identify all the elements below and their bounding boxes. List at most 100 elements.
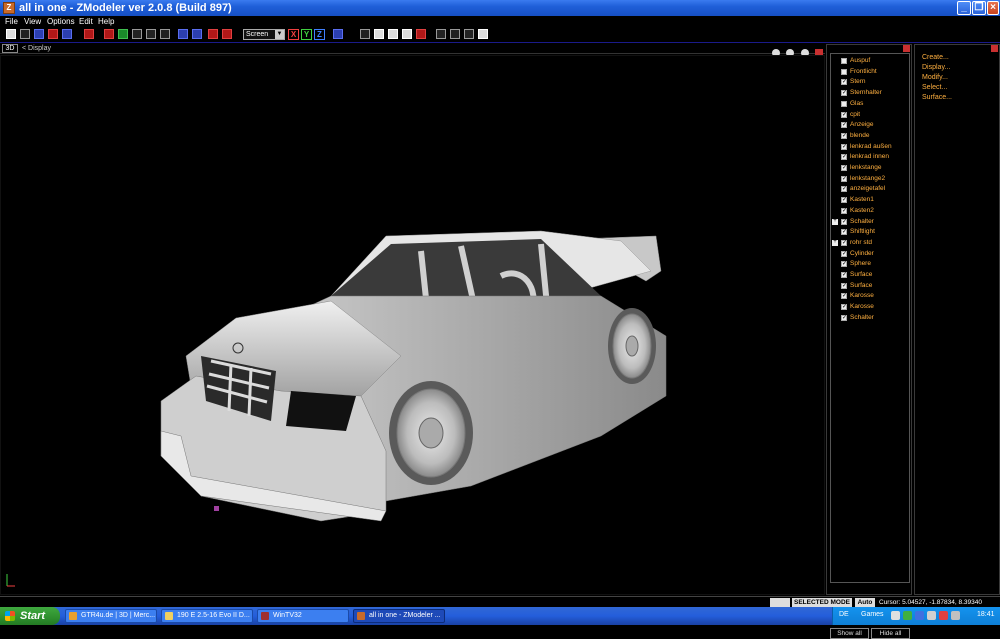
select-icon[interactable] (178, 29, 188, 39)
menu-view[interactable]: View (24, 17, 41, 26)
view-select[interactable]: Screen ▼ (243, 29, 285, 40)
close-button[interactable]: × (987, 1, 999, 15)
command-display[interactable]: Display... (922, 64, 950, 71)
command-create[interactable]: Create... (922, 54, 949, 61)
open-file-icon[interactable] (20, 29, 30, 39)
panel-close-icon[interactable] (903, 45, 910, 52)
games-label[interactable]: Games (861, 611, 884, 618)
visibility-checkbox[interactable] (841, 313, 847, 323)
language-indicator[interactable]: DE (839, 611, 849, 618)
visibility-checkbox[interactable] (841, 249, 847, 259)
undo-icon[interactable] (132, 29, 142, 39)
object-label: anzeigetafel (850, 185, 886, 193)
maximize-button[interactable]: ❐ (972, 1, 986, 15)
command-surface[interactable]: Surface... (922, 94, 952, 101)
pointer-icon[interactable] (464, 29, 474, 39)
face-mode-icon[interactable] (388, 29, 398, 39)
move-icon[interactable] (192, 29, 202, 39)
layers-icon[interactable] (160, 29, 170, 39)
visibility-checkbox[interactable] (841, 184, 847, 194)
material-icon[interactable] (118, 29, 128, 39)
visibility-checkbox[interactable] (841, 281, 847, 291)
menu-help[interactable]: Help (98, 17, 114, 26)
object-label: Surface (850, 281, 873, 289)
visibility-checkbox[interactable] (841, 110, 847, 120)
object-mode-icon[interactable] (402, 29, 412, 39)
menu-file[interactable]: File (5, 17, 18, 26)
new-file-icon[interactable] (6, 29, 16, 39)
visibility-checkbox[interactable] (841, 174, 847, 184)
axis-y-toggle[interactable]: Y (301, 29, 312, 40)
viewport-mode-tag[interactable]: 3D (2, 44, 18, 53)
rotate-icon[interactable] (208, 29, 218, 39)
taskbar-task[interactable]: 190 E 2.5-16 Evo II D... (161, 609, 253, 623)
visibility-checkbox[interactable] (841, 227, 847, 237)
tray-update-icon[interactable] (939, 611, 948, 620)
visibility-checkbox[interactable] (841, 152, 847, 162)
selection-mode-indicator[interactable]: SELECTED MODE (792, 598, 852, 607)
axis-x-toggle[interactable]: X (288, 29, 299, 40)
tray-antivirus-icon[interactable] (903, 611, 912, 620)
auto-toggle[interactable]: Auto (855, 598, 875, 607)
visibility-checkbox[interactable] (841, 195, 847, 205)
visibility-checkbox[interactable] (841, 259, 847, 269)
object-label: Glas (850, 99, 864, 107)
tray-network-icon[interactable] (915, 611, 924, 620)
command-modify[interactable]: Modify... (922, 74, 948, 81)
command-select[interactable]: Select... (922, 84, 947, 91)
selected-mode-icon[interactable] (416, 29, 426, 39)
visibility-checkbox[interactable] (841, 131, 847, 141)
viewport-label[interactable]: < Display (22, 44, 51, 53)
snap-icon[interactable] (333, 29, 343, 39)
grid-icon[interactable] (478, 29, 488, 39)
visibility-checkbox[interactable] (841, 163, 847, 173)
panel-close-icon[interactable] (991, 45, 998, 52)
visibility-checkbox[interactable] (841, 77, 847, 87)
expand-icon[interactable]: + (832, 239, 838, 246)
visibility-checkbox[interactable] (841, 58, 847, 64)
hide-all-button[interactable]: Hide all (871, 628, 910, 639)
scale-icon[interactable] (222, 29, 232, 39)
import-icon[interactable] (84, 29, 94, 39)
delete-icon[interactable] (48, 29, 58, 39)
visibility-checkbox[interactable] (841, 88, 847, 98)
properties-icon[interactable] (146, 29, 156, 39)
render-icon[interactable] (104, 29, 114, 39)
tray-media-icon[interactable] (927, 611, 936, 620)
axis-z-toggle[interactable]: Z (314, 29, 325, 40)
3d-viewport[interactable] (0, 55, 825, 595)
zmodeler-icon (357, 612, 365, 620)
copy-icon[interactable] (62, 29, 72, 39)
tray-app-icon[interactable] (891, 611, 900, 620)
save-icon[interactable] (34, 29, 44, 39)
object-panel-header (827, 45, 911, 53)
visibility-checkbox[interactable] (841, 302, 847, 312)
start-button[interactable]: Start (0, 607, 60, 625)
visibility-checkbox[interactable] (841, 206, 847, 216)
taskbar-task-active[interactable]: all in one - ZModeler ... (353, 609, 445, 623)
camera-icon[interactable] (450, 29, 460, 39)
visibility-checkbox[interactable] (841, 68, 847, 75)
light-icon[interactable] (436, 29, 446, 39)
menu-edit[interactable]: Edit (79, 17, 93, 26)
visibility-checkbox[interactable] (841, 217, 847, 227)
volume-icon[interactable] (951, 611, 960, 620)
visibility-checkbox[interactable] (841, 100, 847, 107)
menu-options[interactable]: Options (47, 17, 75, 26)
show-all-button[interactable]: Show all (830, 628, 869, 639)
visibility-checkbox[interactable] (841, 270, 847, 280)
edge-mode-icon[interactable] (374, 29, 384, 39)
visibility-checkbox[interactable] (841, 238, 847, 248)
minimize-button[interactable]: _ (957, 1, 971, 15)
taskbar-task[interactable]: GTR4u.de | 3D | Merc... (65, 609, 157, 623)
object-label: rohr std (850, 238, 873, 246)
visibility-checkbox[interactable] (841, 142, 847, 152)
visibility-checkbox[interactable] (841, 120, 847, 130)
visibility-checkbox[interactable] (841, 291, 847, 301)
vertex-mode-icon[interactable] (360, 29, 370, 39)
expand-icon[interactable]: + (832, 218, 838, 225)
object-label: Frontlicht (850, 67, 877, 75)
taskbar-task[interactable]: WinTV32 (257, 609, 349, 623)
object-label: blende (850, 131, 870, 139)
object-label: Karosse (850, 292, 874, 300)
